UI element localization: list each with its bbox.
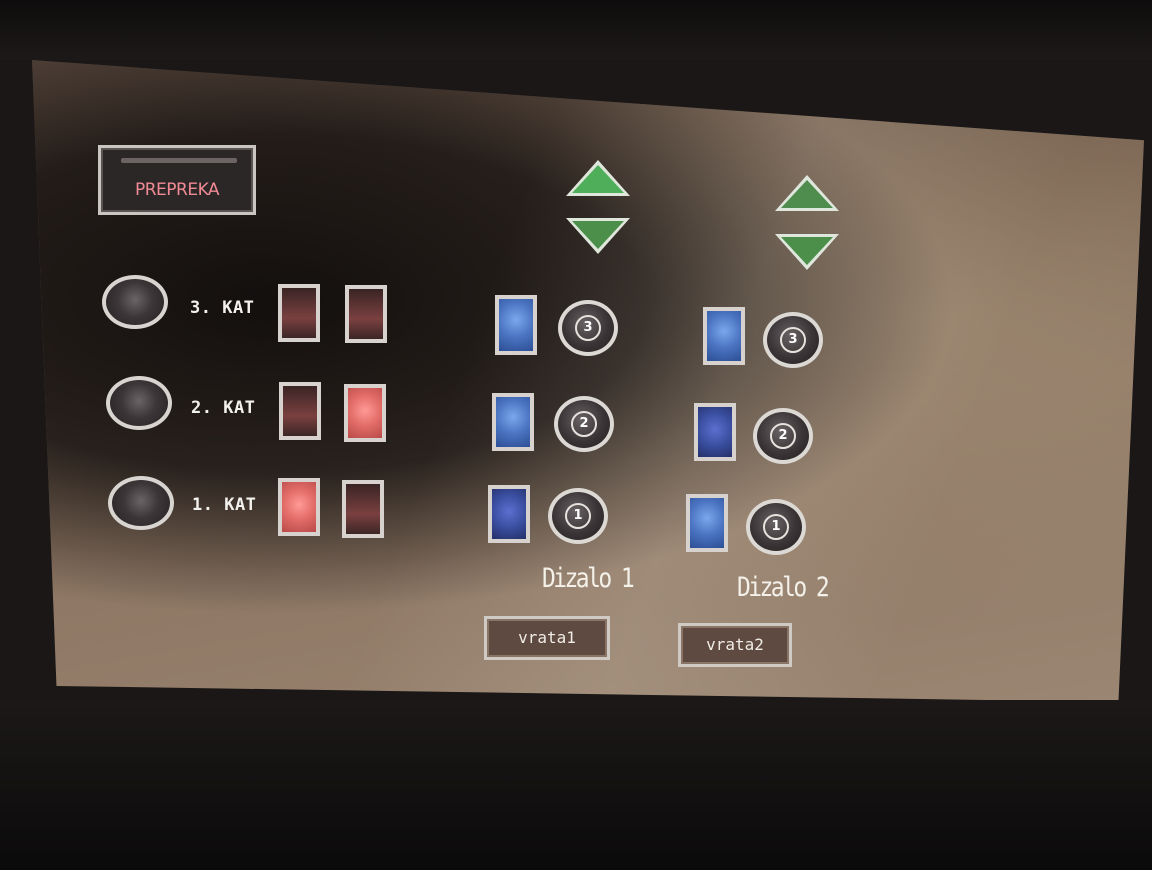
monitor-bezel-bottom — [0, 700, 1152, 870]
floor-2-call-button[interactable] — [106, 376, 172, 430]
floor-2-indicator-a — [279, 382, 321, 440]
elevator-1-door-button[interactable]: vrata1 — [484, 616, 610, 660]
elevator-2-floor-1-indicator — [686, 494, 728, 552]
elevator-2-floor-2-button[interactable]: 2 — [753, 408, 813, 464]
elevator-1-up-arrow-fill — [572, 165, 624, 193]
floor-1-indicator-a — [278, 478, 320, 536]
elevator-2-floor-2-number: 2 — [770, 423, 796, 449]
alarm-label: PREPREKA — [134, 180, 220, 200]
elevator-2-floor-1-number: 1 — [763, 514, 789, 540]
floor-1-call-button[interactable] — [108, 476, 174, 530]
elevator-2-down-arrow-icon — [775, 234, 839, 270]
floor-3-indicator-b — [345, 285, 387, 343]
alarm-indicator-bar — [121, 158, 237, 163]
floor-1-indicator-b — [342, 480, 384, 538]
floor-3-call-button[interactable] — [102, 275, 168, 329]
elevator-1-floor-1-indicator — [488, 485, 530, 543]
elevator-1-floor-3-indicator — [495, 295, 537, 355]
elevator-1-up-arrow-icon — [566, 160, 630, 196]
elevator-1-label: Dizalo 1 — [542, 563, 635, 594]
elevator-2-floor-1-button[interactable]: 1 — [746, 499, 806, 555]
monitor-bezel-top — [0, 0, 1152, 60]
elevator-1-floor-1-button[interactable]: 1 — [548, 488, 608, 544]
floor-2-label: 2. KAT — [191, 398, 256, 418]
elevator-1-floor-3-number: 3 — [575, 315, 601, 341]
elevator-1-down-arrow-fill — [572, 221, 624, 249]
elevator-2-floor-3-number: 3 — [780, 327, 806, 353]
elevator-1-floor-1-number: 1 — [565, 503, 591, 529]
elevator-2-floor-2-indicator — [694, 403, 736, 461]
floor-3-label: 3. KAT — [190, 298, 255, 318]
elevator-2-door-button[interactable]: vrata2 — [678, 623, 792, 667]
elevator-2-down-arrow-fill — [781, 237, 833, 265]
elevator-1-floor-2-button[interactable]: 2 — [554, 396, 614, 452]
floor-3-indicator-a — [278, 284, 320, 342]
floor-1-label: 1. KAT — [192, 495, 257, 515]
elevator-2-label: Dizalo 2 — [737, 572, 830, 603]
floor-2-indicator-b — [344, 384, 386, 442]
elevator-2-up-arrow-icon — [775, 175, 839, 211]
elevator-2-floor-3-button[interactable]: 3 — [763, 312, 823, 368]
elevator-1-down-arrow-icon — [566, 218, 630, 254]
elevator-2-up-arrow-fill — [781, 180, 833, 208]
obstacle-alarm-indicator: PREPREKA — [98, 145, 256, 215]
elevator-1-floor-3-button[interactable]: 3 — [558, 300, 618, 356]
elevator-2-floor-3-indicator — [703, 307, 745, 365]
elevator-1-floor-2-number: 2 — [571, 411, 597, 437]
elevator-1-floor-2-indicator — [492, 393, 534, 451]
